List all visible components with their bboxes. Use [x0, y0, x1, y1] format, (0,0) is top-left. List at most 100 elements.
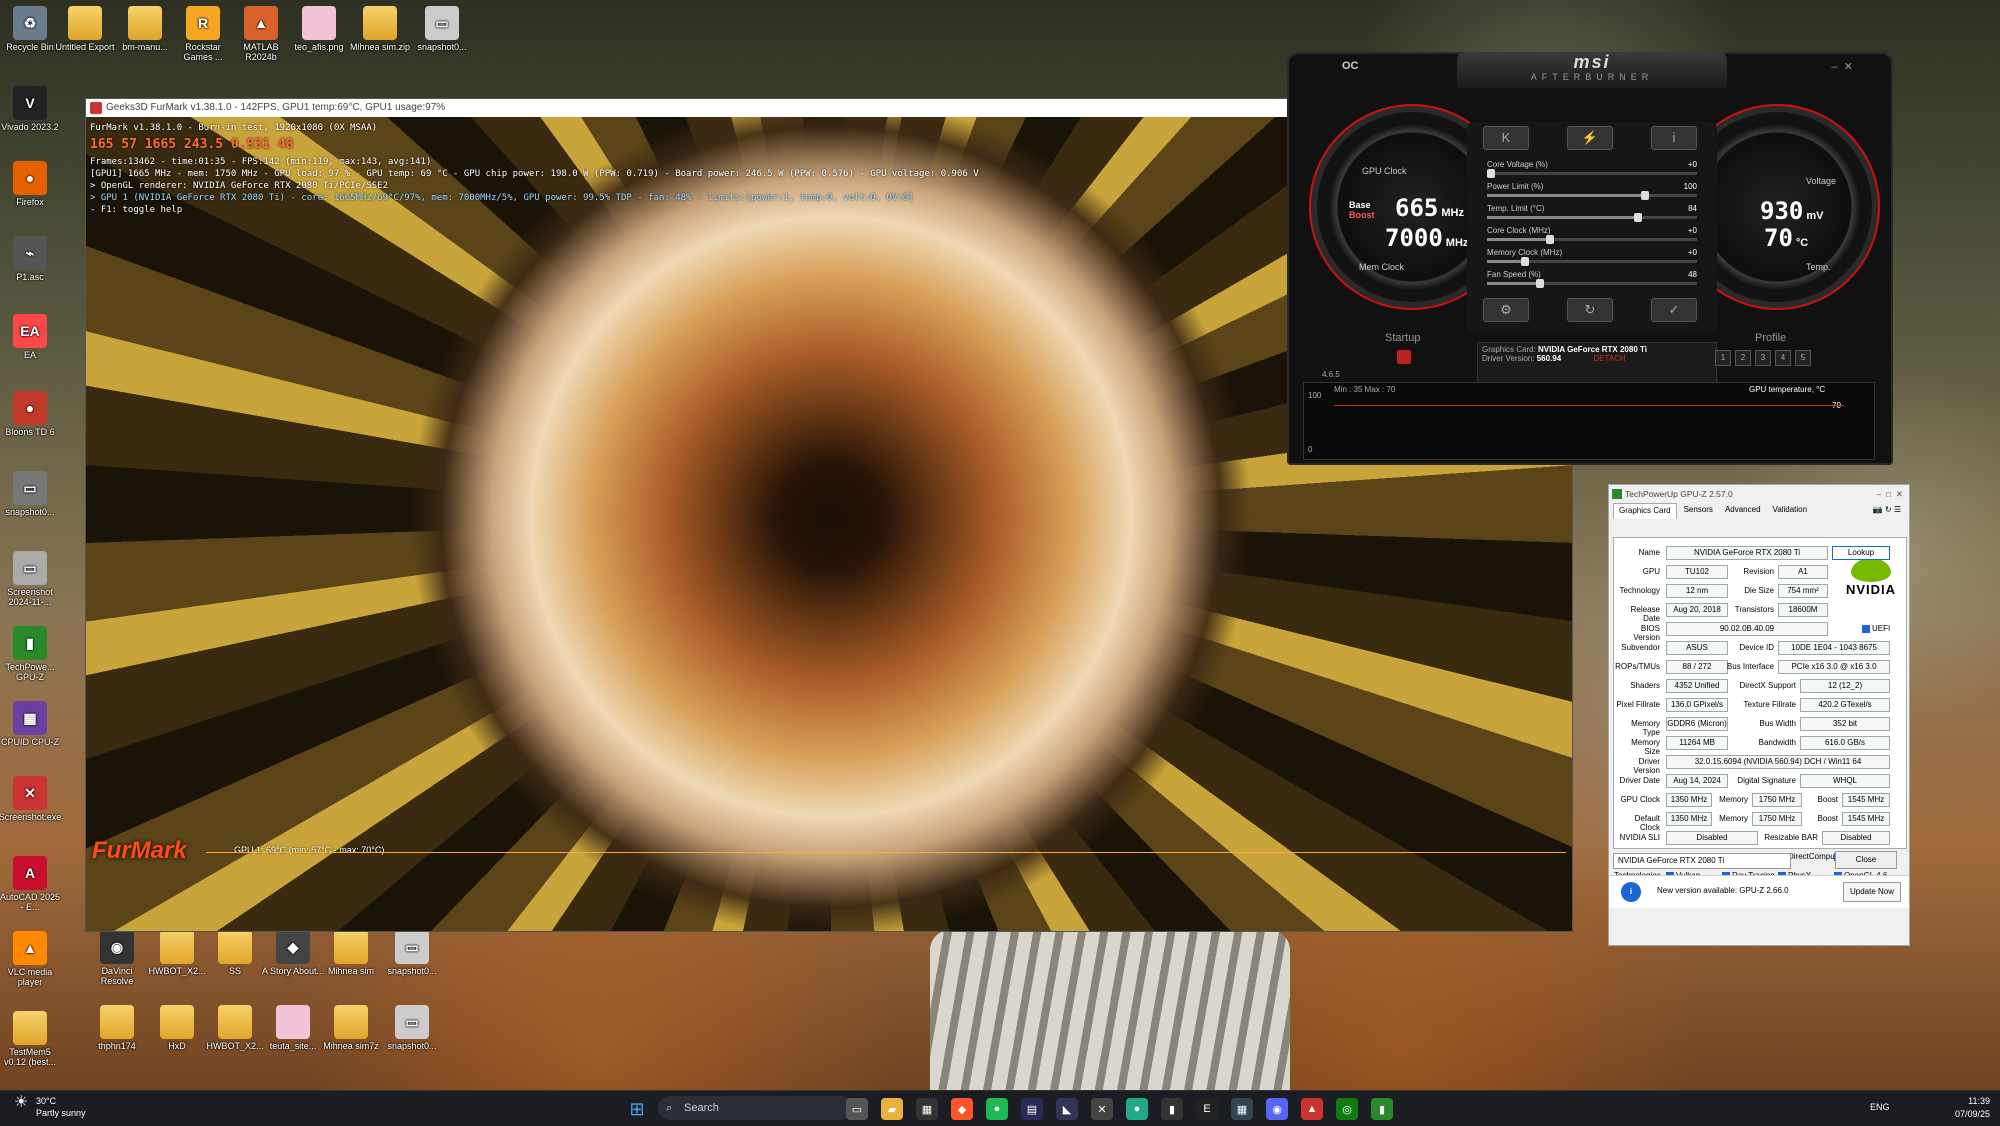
clock[interactable]: 11:39 07/09/25: [1955, 1095, 1990, 1121]
desktop-icon[interactable]: Mihnea sim7z: [319, 1005, 383, 1051]
store-icon[interactable]: ▦: [916, 1098, 938, 1120]
slider-knob[interactable]: [1535, 279, 1544, 288]
settings-button[interactable]: ⚙: [1483, 298, 1529, 322]
lookup-button[interactable]: Lookup: [1832, 546, 1890, 560]
toolbar-icons[interactable]: 📷 ↻ ☰: [1868, 503, 1909, 519]
app-icon[interactable]: ▦: [1231, 1098, 1253, 1120]
file-explorer-icon[interactable]: ▰: [881, 1098, 903, 1120]
desktop-icon[interactable]: R Rockstar Games ...: [171, 6, 235, 62]
app-icon[interactable]: ▤: [1021, 1098, 1043, 1120]
slider-knob[interactable]: [1640, 191, 1649, 200]
desktop-icon[interactable]: ▭ Screenshot 2024-11-...: [0, 551, 62, 607]
profile-slot-button[interactable]: 1: [1715, 350, 1731, 366]
xbox-icon[interactable]: ◎: [1336, 1098, 1358, 1120]
brave-icon[interactable]: ◆: [951, 1098, 973, 1120]
tab-graphics-card[interactable]: Graphics Card: [1613, 503, 1677, 519]
app-icon[interactable]: ●: [1126, 1098, 1148, 1120]
desktop-icon[interactable]: HxD: [145, 1005, 209, 1051]
slider-knob[interactable]: [1634, 213, 1643, 222]
slider-track[interactable]: [1487, 169, 1697, 178]
desktop-icon[interactable]: TestMem5 v0.12 (best...: [0, 1011, 62, 1067]
desktop-icon[interactable]: V Vivado 2023.2: [0, 86, 62, 132]
app-icon[interactable]: E: [1196, 1098, 1218, 1120]
slider-2[interactable]: Temp. Limit (°C) 84: [1487, 204, 1697, 222]
desktop-icon[interactable]: bm-manu...: [113, 6, 177, 52]
slider-track[interactable]: [1487, 235, 1697, 244]
task-view-icon[interactable]: ▭: [846, 1098, 868, 1120]
weather-widget[interactable]: ☀ 30°C Partly sunny: [14, 1095, 86, 1119]
desktop-icon[interactable]: Mihnea sim: [319, 930, 383, 976]
slider-1[interactable]: Power Limit (%) 100: [1487, 182, 1697, 200]
slider-knob[interactable]: [1520, 257, 1529, 266]
desktop-icon[interactable]: ▭ snapshot0...: [0, 471, 62, 517]
start-button[interactable]: ⊞: [626, 1098, 648, 1120]
desktop-icon[interactable]: Mihnea sim.zip: [348, 6, 412, 52]
afterburner-window[interactable]: OC msi AFTERBURNER – ✕ GPU Clock Base Bo…: [1287, 52, 1893, 465]
desktop-icon[interactable]: ● Firefox: [0, 161, 62, 207]
desktop-icon[interactable]: ● Bloons TD 6: [0, 391, 62, 437]
app-icon[interactable]: ◣: [1056, 1098, 1078, 1120]
apply-button[interactable]: ✓: [1651, 298, 1697, 322]
profile-slot-button[interactable]: 2: [1735, 350, 1751, 366]
reset-button[interactable]: ↻: [1567, 298, 1613, 322]
slider-knob[interactable]: [1546, 235, 1554, 244]
gpuz-icon[interactable]: ▮: [1371, 1098, 1393, 1120]
close-button[interactable]: Close: [1835, 851, 1897, 869]
spotify-icon[interactable]: ●: [986, 1098, 1008, 1120]
oc-scanner-button[interactable]: OC: [1342, 60, 1359, 72]
gpuz-window[interactable]: TechPowerUp GPU-Z 2.57.0 – □ ✕ Graphics …: [1608, 484, 1910, 946]
close-icon[interactable]: ✕: [1844, 61, 1853, 73]
gpu-select[interactable]: NVIDIA GeForce RTX 2080 Ti: [1613, 853, 1791, 869]
desktop-icon[interactable]: EA EA: [0, 314, 62, 360]
desktop-icon[interactable]: teuta_site...: [261, 1005, 325, 1051]
slider-track[interactable]: [1487, 257, 1697, 266]
language-indicator[interactable]: ENG: [1870, 1102, 1890, 1112]
slider-track[interactable]: [1487, 279, 1697, 288]
desktop-icon[interactable]: ◆ A Story About...: [261, 930, 325, 976]
desktop-icon[interactable]: ▲ VLC media player: [0, 931, 62, 987]
search-box[interactable]: ⌕ Search: [658, 1096, 852, 1120]
tab-sensors[interactable]: Sensors: [1679, 503, 1718, 519]
info-button[interactable]: i: [1651, 126, 1697, 150]
afterburner-window-buttons[interactable]: – ✕: [1832, 60, 1853, 73]
update-now-button[interactable]: Update Now: [1843, 882, 1901, 902]
app-icon[interactable]: ▲: [1301, 1098, 1323, 1120]
gpuz-titlebar[interactable]: TechPowerUp GPU-Z 2.57.0 – □ ✕: [1609, 485, 1909, 503]
desktop-icon[interactable]: ▭ snapshot0...: [380, 1005, 444, 1051]
close-icon[interactable]: – □ ✕: [1877, 485, 1903, 503]
profile-slot-button[interactable]: 3: [1755, 350, 1771, 366]
desktop-icon[interactable]: Untitled Export: [53, 6, 117, 52]
desktop-icon[interactable]: teo_afis.png: [287, 6, 351, 52]
app-icon[interactable]: ▮: [1161, 1098, 1183, 1120]
scanner-button[interactable]: ⚡: [1567, 126, 1613, 150]
desktop-icon[interactable]: ▮ TechPowe... GPU-Z: [0, 626, 62, 682]
desktop-icon[interactable]: ⌁ P1.asc: [0, 236, 62, 282]
desktop-icon[interactable]: thphn174: [85, 1005, 149, 1051]
app-icon[interactable]: ✕: [1091, 1098, 1113, 1120]
desktop-icon[interactable]: ▲ MATLAB R2024b: [229, 6, 293, 62]
desktop-icon[interactable]: ▭ snapshot0...: [380, 930, 444, 976]
desktop-icon[interactable]: ◉ DaVinci Resolve: [85, 930, 149, 986]
desktop-icon[interactable]: ▦ CPUID CPU-Z: [0, 701, 62, 747]
desktop-icon[interactable]: A AutoCAD 2025 - E...: [0, 856, 62, 912]
profile-slot-button[interactable]: 5: [1795, 350, 1811, 366]
minimize-icon[interactable]: –: [1832, 61, 1838, 73]
discord-icon[interactable]: ◉: [1266, 1098, 1288, 1120]
desktop-icon[interactable]: HWBOT_X2...: [145, 930, 209, 976]
slider-4[interactable]: Memory Clock (MHz) +0: [1487, 248, 1697, 266]
tab-advanced[interactable]: Advanced: [1720, 503, 1766, 519]
desktop-icon[interactable]: ▭ snapshot0...: [410, 6, 474, 52]
slider-5[interactable]: Fan Speed (%) 48: [1487, 270, 1697, 288]
slider-knob[interactable]: [1487, 169, 1496, 178]
profile-slot-button[interactable]: 4: [1775, 350, 1791, 366]
k-boost-button[interactable]: K: [1483, 126, 1529, 150]
slider-0[interactable]: Core Voltage (%) +0: [1487, 160, 1697, 178]
startup-toggle[interactable]: [1397, 350, 1411, 364]
desktop-icon[interactable]: SS: [203, 930, 267, 976]
slider-track[interactable]: [1487, 213, 1697, 222]
desktop-icon[interactable]: HWBOT_X2...: [203, 1005, 267, 1051]
slider-3[interactable]: Core Clock (MHz) +0: [1487, 226, 1697, 244]
desktop-icon[interactable]: ✕ Screenshot.exe: [0, 776, 62, 822]
tab-validation[interactable]: Validation: [1768, 503, 1813, 519]
slider-track[interactable]: [1487, 191, 1697, 200]
